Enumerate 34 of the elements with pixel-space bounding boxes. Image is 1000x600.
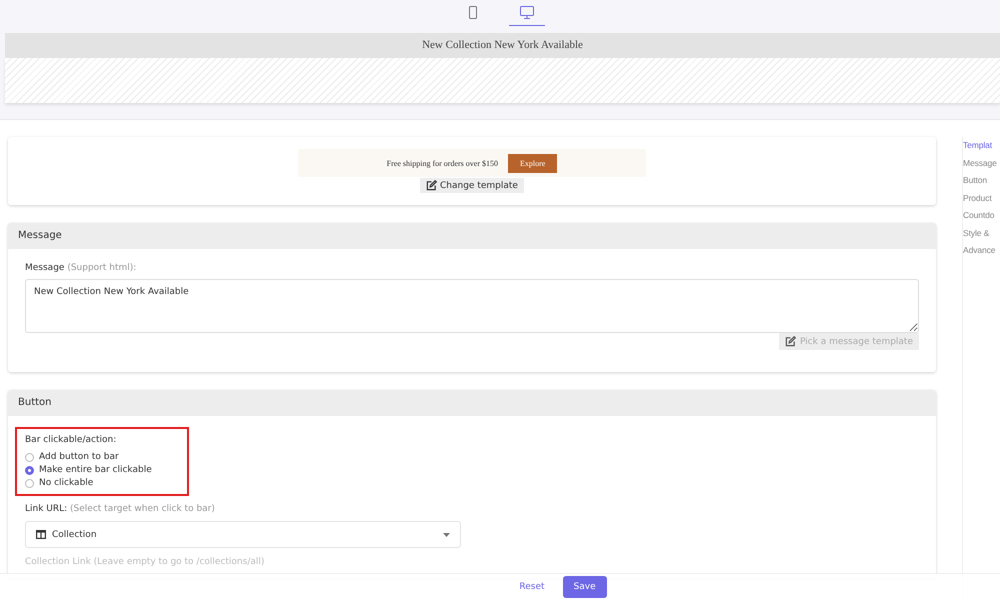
section-link[interactable]: Templat — [963, 139, 1000, 152]
section-link[interactable]: Product — [963, 192, 1000, 205]
save-button[interactable]: Save — [562, 576, 607, 598]
caret-icon — [443, 532, 450, 536]
section-header: Message — [8, 223, 936, 249]
explore-button[interactable]: Explore — [508, 154, 558, 172]
mobile-icon — [469, 6, 477, 19]
field-label: Collection Link (Leave empty to go to /collections/all) — [25, 557, 266, 567]
radio-button[interactable] — [25, 478, 34, 488]
radio-button[interactable] — [25, 452, 34, 462]
section-link[interactable]: Advance — [963, 244, 1000, 258]
section-link[interactable]: Countdo — [963, 209, 1000, 222]
section-link[interactable]: Message — [963, 156, 1000, 170]
section-link[interactable]: Button — [963, 174, 1000, 188]
radio-option[interactable]: No clickable — [25, 478, 175, 488]
radio-option[interactable]: Add button to bar — [25, 452, 175, 462]
device-tab[interactable] — [509, 6, 545, 26]
reset-button[interactable]: Reset — [513, 578, 551, 596]
link-dropdown[interactable]: Collection — [25, 521, 461, 548]
announcement-bar: New Collection New York Available — [5, 33, 1000, 58]
section-header: Button — [8, 390, 936, 416]
sample-text: Free shipping for orders over $150 — [386, 158, 498, 168]
field-label: Link URL: (Select target when click to bar) — [25, 504, 216, 514]
message-field[interactable]: New Collection New York Available — [25, 279, 919, 333]
change-template-button[interactable]: Change template — [420, 178, 524, 193]
field-label: Message (Support html): — [25, 263, 138, 273]
monitor-icon — [520, 6, 534, 19]
edit-icon — [784, 336, 796, 347]
radio-button[interactable] — [25, 466, 34, 474]
edit-icon — [426, 180, 438, 191]
section-link[interactable]: Style & — [963, 226, 1000, 240]
group-label: Bar clickable/action: — [25, 435, 118, 445]
columns-icon — [36, 530, 46, 539]
radio-option[interactable]: Make entire bar clickable — [25, 465, 175, 475]
